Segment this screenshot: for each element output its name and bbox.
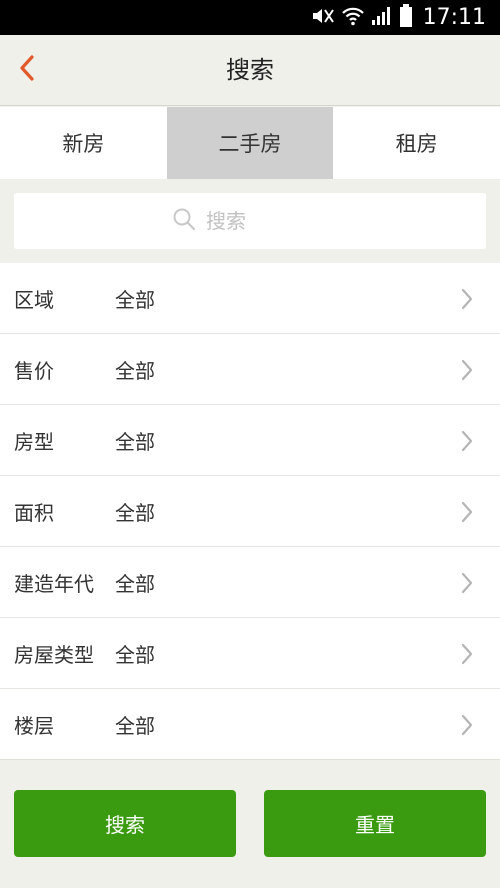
reset-button[interactable]: 重置 [264, 790, 486, 857]
filter-label: 房屋类型 [14, 642, 94, 667]
chevron-right-icon [460, 571, 474, 599]
filter-row-area[interactable]: 面积 全部 [0, 476, 500, 547]
page-title: 搜索 [226, 56, 274, 84]
filter-value: 全部 [115, 642, 155, 667]
filter-row-region[interactable]: 区域 全部 [0, 263, 500, 334]
back-button[interactable] [10, 53, 44, 87]
filter-label: 建造年代 [14, 571, 94, 596]
filter-label: 面积 [14, 500, 54, 525]
chevron-right-icon [460, 642, 474, 670]
search-area [0, 179, 500, 263]
chevron-right-icon [460, 287, 474, 315]
tab-new-house[interactable]: 新房 [0, 107, 167, 179]
back-arrow-icon [17, 54, 37, 86]
filter-row-build-year[interactable]: 建造年代 全部 [0, 547, 500, 618]
filter-value: 全部 [115, 287, 155, 312]
chevron-right-icon [460, 713, 474, 741]
chevron-right-icon [460, 358, 474, 386]
filter-value: 全部 [115, 571, 155, 596]
signal-icon [371, 6, 393, 30]
search-button[interactable]: 搜索 [14, 790, 236, 857]
search-box[interactable] [14, 193, 486, 249]
filter-label: 房型 [14, 429, 54, 454]
status-time: 17:11 [422, 5, 486, 30]
search-input[interactable] [204, 208, 328, 234]
tab-rental[interactable]: 租房 [333, 107, 500, 179]
filter-label: 区域 [14, 287, 54, 312]
filter-value: 全部 [115, 358, 155, 383]
category-tabs: 新房 二手房 租房 [0, 107, 500, 179]
battery-icon [399, 3, 413, 32]
chevron-right-icon [460, 429, 474, 457]
title-bar: 搜索 [0, 35, 500, 106]
filter-value: 全部 [115, 429, 155, 454]
status-bar: 17:11 [0, 0, 500, 35]
search-icon [172, 207, 196, 235]
filter-label: 楼层 [14, 713, 54, 738]
mute-icon [311, 7, 335, 29]
filter-value: 全部 [115, 713, 155, 738]
filter-row-price[interactable]: 售价 全部 [0, 334, 500, 405]
filter-row-floor[interactable]: 楼层 全部 [0, 689, 500, 760]
wifi-icon [341, 6, 365, 30]
status-icons [311, 3, 413, 32]
filter-label: 售价 [14, 358, 54, 383]
chevron-right-icon [460, 500, 474, 528]
filter-row-layout[interactable]: 房型 全部 [0, 405, 500, 476]
filter-row-house-type[interactable]: 房屋类型 全部 [0, 618, 500, 689]
filter-list: 区域 全部 售价 全部 房型 全部 面积 全部 建造年代 全部 房屋类型 全部 … [0, 263, 500, 760]
filter-value: 全部 [115, 500, 155, 525]
tab-second-hand[interactable]: 二手房 [166, 107, 334, 179]
